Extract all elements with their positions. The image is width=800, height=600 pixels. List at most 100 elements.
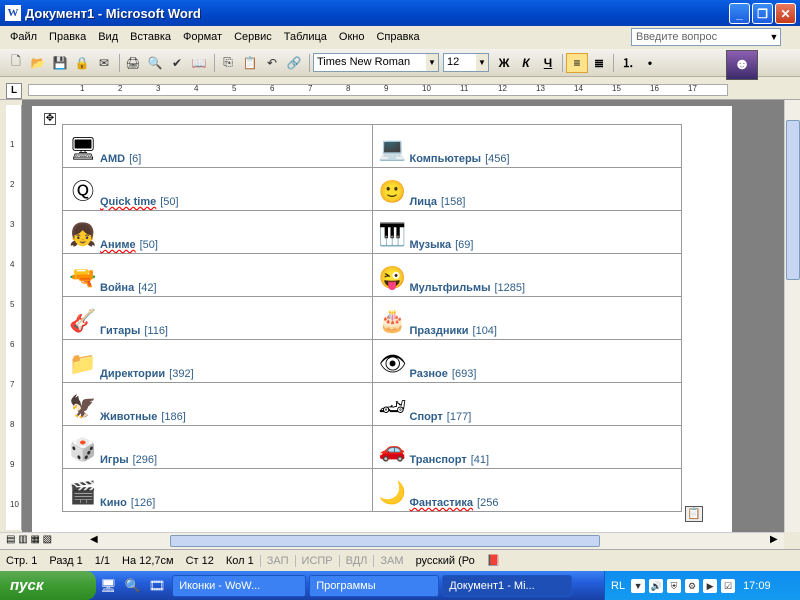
table-cell[interactable]: 😜 Мультфильмы [1285] xyxy=(371,253,682,297)
category-name[interactable]: Разное xyxy=(410,368,448,380)
status-track[interactable]: ИСПР xyxy=(294,554,339,567)
vertical-scrollbar[interactable] xyxy=(784,100,800,532)
menu-format[interactable]: Формат xyxy=(177,28,228,47)
menu-window[interactable]: Окно xyxy=(333,28,371,47)
menu-insert[interactable]: Вставка xyxy=(124,28,177,47)
category-name[interactable]: AMD xyxy=(100,153,125,165)
taskbar-item-programs[interactable]: Программы xyxy=(309,574,440,597)
quick-launch-icon[interactable]: 🔍 xyxy=(125,578,141,594)
table-cell[interactable]: 🖥 AMD [6] xyxy=(62,124,373,168)
category-name[interactable]: Мультфильмы xyxy=(410,282,491,294)
menu-file[interactable]: Файл xyxy=(4,28,43,47)
category-name[interactable]: Quick time xyxy=(100,196,156,208)
font-size-select[interactable]: 12 ▼ xyxy=(443,53,489,72)
tray-icon[interactable]: 🔊 xyxy=(649,578,664,593)
email-icon[interactable]: ✉ xyxy=(94,53,114,73)
status-rec[interactable]: ЗАП xyxy=(259,554,295,567)
table-cell[interactable]: 👁 Разное [693] xyxy=(371,339,682,383)
print-preview-icon[interactable]: 🔍 xyxy=(145,53,165,73)
table-cell[interactable]: 🦅 Животные [186] xyxy=(62,382,373,426)
paste-options-icon[interactable]: 📋 xyxy=(685,506,703,522)
numbering-icon[interactable]: ⒈ xyxy=(617,53,639,73)
category-name[interactable]: Директории xyxy=(100,368,165,380)
table-cell[interactable]: 🏎 Спорт [177] xyxy=(371,382,682,426)
category-name[interactable]: Праздники xyxy=(410,325,469,337)
menu-help[interactable]: Справка xyxy=(370,28,425,47)
start-button[interactable]: пуск xyxy=(0,571,96,600)
category-name[interactable]: Кино xyxy=(100,497,127,509)
table-cell[interactable]: 🎸 Гитары [116] xyxy=(62,296,373,340)
tray-icon[interactable]: ⛨ xyxy=(667,578,682,593)
category-name[interactable]: Аниме xyxy=(100,239,136,251)
scroll-left-icon[interactable]: ◀ xyxy=(90,534,98,545)
underline-button[interactable]: Ч xyxy=(537,53,559,73)
table-cell[interactable]: 📁 Директории [392] xyxy=(62,339,373,383)
table-move-handle-icon[interactable]: ✥ xyxy=(44,113,56,125)
status-language[interactable]: русский (Ро xyxy=(410,555,481,567)
category-name[interactable]: Музыка xyxy=(410,239,452,251)
tray-icon[interactable]: ⚙ xyxy=(685,578,700,593)
close-button[interactable]: ✕ xyxy=(775,3,796,24)
save-icon[interactable]: 💾 xyxy=(50,53,70,73)
tray-icon[interactable]: ☑ xyxy=(721,578,736,593)
hyperlink-icon[interactable]: 🔗 xyxy=(284,53,304,73)
category-name[interactable]: Гитары xyxy=(100,325,140,337)
menu-edit[interactable]: Правка xyxy=(43,28,92,47)
new-document-icon[interactable]: 🗋 xyxy=(6,53,26,73)
quick-launch-icon[interactable]: 🎞 xyxy=(149,578,166,594)
view-buttons-icon[interactable]: ▤ ▥ ▦ ▧ xyxy=(6,534,52,545)
table-cell[interactable]: 🚗 Транспорт [41] xyxy=(371,425,682,469)
document-page[interactable]: ✥ 🖥 AMD [6] 💻 Компьютеры [456] Ⓠ Quick time [5… xyxy=(32,106,732,532)
undo-icon[interactable]: ↶ xyxy=(262,53,282,73)
scroll-thumb[interactable] xyxy=(170,535,600,547)
category-name[interactable]: Война xyxy=(100,282,134,294)
table-cell[interactable]: 🎹 Музыка [69] xyxy=(371,210,682,254)
ask-question-input[interactable]: Введите вопрос xyxy=(631,28,781,46)
spelling-icon[interactable]: ✔ xyxy=(167,53,187,73)
align-left-button[interactable]: ≡ xyxy=(566,52,588,73)
table-cell[interactable]: 🎬 Кино [126] xyxy=(62,468,373,512)
copy-icon[interactable]: ⎘ xyxy=(218,53,238,73)
tray-icon[interactable]: ▼ xyxy=(631,578,646,593)
clock[interactable]: 17:09 xyxy=(743,580,771,592)
table-cell[interactable]: 👧 Аниме [50] xyxy=(62,210,373,254)
category-name[interactable]: Компьютеры xyxy=(410,153,482,165)
align-justify-button[interactable]: ≣ xyxy=(588,53,610,73)
menu-table[interactable]: Таблица xyxy=(278,28,333,47)
status-ovr[interactable]: ЗАМ xyxy=(373,554,409,567)
scroll-thumb[interactable] xyxy=(786,120,800,280)
spelling-status-icon[interactable]: 📕 xyxy=(481,554,507,567)
paste-icon[interactable]: 📋 xyxy=(240,53,260,73)
table-cell[interactable]: 🎲 Игры [296] xyxy=(62,425,373,469)
table-cell[interactable]: 🔫 Война [42] xyxy=(62,253,373,297)
bold-button[interactable]: Ж xyxy=(493,53,515,73)
minimize-button[interactable]: _ xyxy=(729,3,750,24)
permission-icon[interactable]: 🔒 xyxy=(72,53,92,73)
status-ext[interactable]: ВДЛ xyxy=(338,554,374,567)
font-name-select[interactable]: Times New Roman ▼ xyxy=(313,53,439,72)
tray-icon[interactable]: ▶ xyxy=(703,578,718,593)
table-cell[interactable]: 🌙 Фантастика [256 xyxy=(371,468,682,512)
category-name[interactable]: Транспорт xyxy=(410,454,467,466)
maximize-button[interactable]: ❐ xyxy=(752,3,773,24)
scroll-right-icon[interactable]: ▶ xyxy=(770,534,778,545)
document-area[interactable]: ✥ 🖥 AMD [6] 💻 Компьютеры [456] Ⓠ Quick time [5… xyxy=(22,100,784,532)
italic-button[interactable]: К xyxy=(515,53,537,73)
print-icon[interactable]: 🖨 xyxy=(123,53,143,73)
taskbar-item-word[interactable]: Документ1 - Mi... xyxy=(442,574,573,597)
category-name[interactable]: Спорт xyxy=(410,411,443,423)
menu-view[interactable]: Вид xyxy=(92,28,124,47)
table-cell[interactable]: Ⓠ Quick time [50] xyxy=(62,167,373,211)
open-folder-icon[interactable]: 📂 xyxy=(28,53,48,73)
table-cell[interactable]: 🎂 Праздники [104] xyxy=(371,296,682,340)
category-name[interactable]: Фантастика xyxy=(410,497,474,509)
menu-tools[interactable]: Сервис xyxy=(228,28,278,47)
research-icon[interactable]: 📖 xyxy=(189,53,209,73)
taskbar-item-icons[interactable]: Иконки - WoW... xyxy=(172,574,307,597)
category-name[interactable]: Лица xyxy=(410,196,438,208)
table-cell[interactable]: 🙂 Лица [158] xyxy=(371,167,682,211)
quick-launch-icon[interactable]: 🖥 xyxy=(100,578,117,594)
bullets-icon[interactable]: • xyxy=(639,53,661,73)
chevron-down-icon[interactable]: ▼ xyxy=(767,28,781,46)
category-name[interactable]: Игры xyxy=(100,454,129,466)
